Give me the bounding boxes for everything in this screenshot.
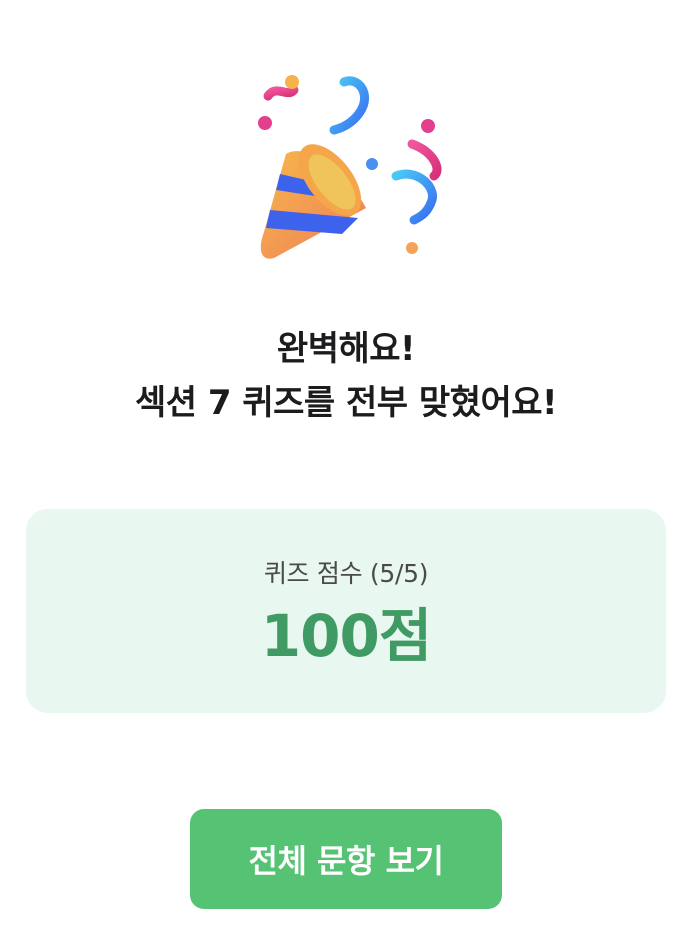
score-value: 100점: [260, 602, 432, 670]
result-headline: 완벽해요! 섹션 7 퀴즈를 전부 맞혔어요!: [0, 322, 692, 430]
headline-line-1: 완벽해요!: [276, 329, 416, 369]
quiz-result-screen: 완벽해요! 섹션 7 퀴즈를 전부 맞혔어요! 퀴즈 점수 (5/5) 100점…: [0, 0, 692, 934]
headline-line-2: 섹션 7 퀴즈를 전부 맞혔어요!: [134, 383, 558, 423]
score-label: 퀴즈 점수 (5/5): [263, 559, 429, 588]
popper-cone: [260, 144, 366, 259]
score-card: 퀴즈 점수 (5/5) 100점: [26, 509, 666, 713]
view-all-questions-button[interactable]: 전체 문항 보기: [190, 809, 502, 909]
party-popper-icon: [258, 75, 442, 259]
